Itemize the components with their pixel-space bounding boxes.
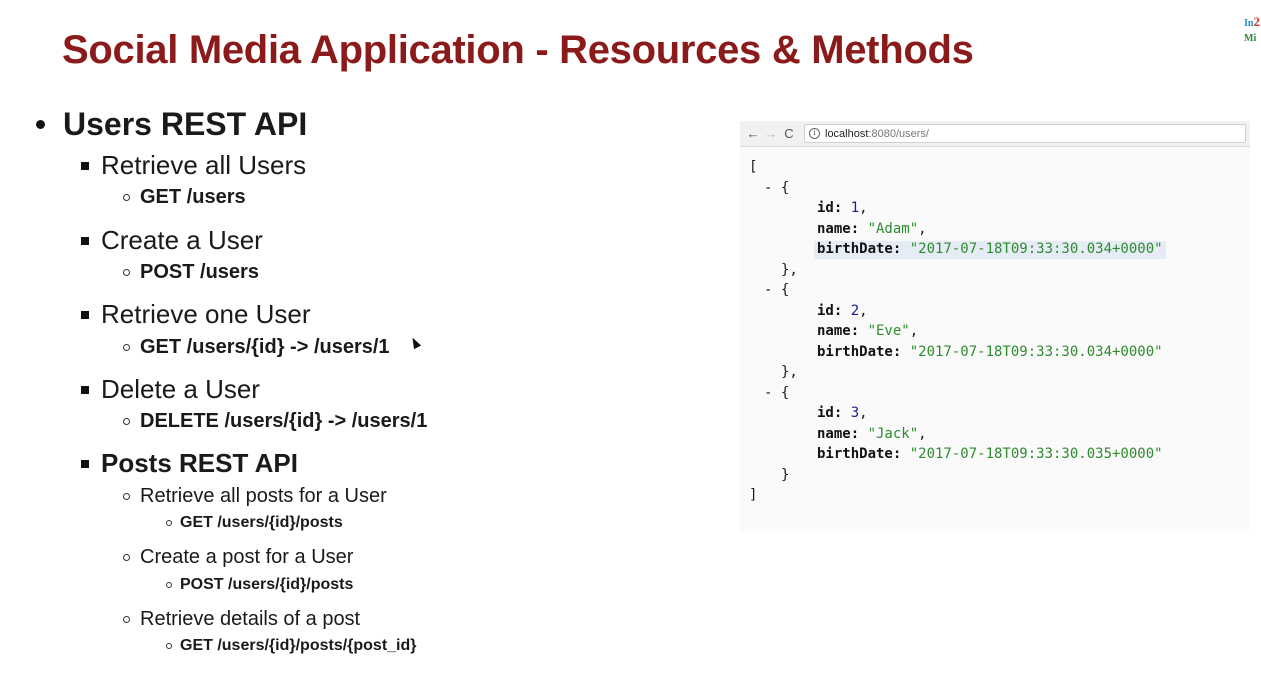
user-birthdate: "2017-07-18T09:33:30.034+0000" bbox=[909, 343, 1163, 360]
bullet-square bbox=[81, 161, 89, 170]
retrieve-all-method: GET /users bbox=[140, 186, 246, 208]
url-host: localhost bbox=[825, 127, 869, 140]
json-object-toggle[interactable]: - { bbox=[740, 383, 1250, 404]
users-api-heading: Users REST API bbox=[63, 106, 308, 142]
outline-item-posts-create-method: POST /users/{id}/posts bbox=[166, 576, 353, 594]
browser-screenshot: ← → C i localhost:8080/users/ [ - { id: … bbox=[740, 121, 1250, 531]
json-close-bracket: ] bbox=[749, 487, 758, 503]
posts-details-method: GET /users/{id}/posts/{post_id} bbox=[180, 637, 417, 654]
posts-retrieve-all-label: Retrieve all posts for a User bbox=[140, 485, 387, 507]
outline-item-retrieve-one: Retrieve one User bbox=[81, 299, 311, 330]
bullet-circle-small bbox=[166, 582, 172, 588]
bullet-square bbox=[81, 310, 89, 319]
logo-accent: 2 bbox=[1253, 14, 1260, 29]
posts-retrieve-all-method: GET /users/{id}/posts bbox=[180, 514, 343, 531]
user-birthdate: "2017-07-18T09:33:30.035+0000" bbox=[909, 446, 1163, 462]
user-id: 2 bbox=[850, 302, 860, 319]
address-bar[interactable]: i localhost:8080/users/ bbox=[804, 124, 1246, 143]
user-name: "Eve" bbox=[867, 323, 910, 339]
outline-item-posts-retrieve-all: Retrieve all posts for a User bbox=[123, 485, 387, 508]
posts-details-label: Retrieve details of a post bbox=[140, 608, 361, 630]
outline-item-posts-retrieve-all-method: GET /users/{id}/posts bbox=[166, 514, 343, 532]
outline-item-users-api: Users REST API bbox=[36, 106, 307, 143]
forward-arrow-icon[interactable]: → bbox=[762, 126, 780, 141]
outline-item-retrieve-all: Retrieve all Users bbox=[81, 150, 306, 181]
bullet-circle bbox=[123, 418, 130, 425]
retrieve-one-label: Retrieve one User bbox=[101, 299, 311, 329]
bullet-circle-small bbox=[166, 643, 172, 649]
browser-toolbar: ← → C i localhost:8080/users/ bbox=[740, 121, 1250, 147]
bullet-square bbox=[81, 459, 89, 468]
json-object-toggle[interactable]: - { bbox=[740, 280, 1250, 301]
bullet-circle bbox=[123, 194, 130, 201]
outline-item-delete-method: DELETE /users/{id} -> /users/1 bbox=[123, 410, 427, 433]
info-icon[interactable]: i bbox=[809, 128, 820, 139]
user-name: "Jack" bbox=[867, 425, 919, 442]
bullet-square bbox=[81, 236, 89, 245]
brand-logo: In2 Mi bbox=[1244, 14, 1261, 50]
slide-title: Social Media Application - Resources & M… bbox=[62, 28, 974, 72]
bullet-square bbox=[81, 385, 89, 394]
bullet-circle-small bbox=[166, 520, 172, 526]
json-viewer: [ - { id: 1, name: "Adam", birthDate: "2… bbox=[740, 157, 1250, 506]
retrieve-all-label: Retrieve all Users bbox=[101, 150, 307, 180]
outline-item-posts-create: Create a post for a User bbox=[123, 546, 353, 569]
outline-item-create-method: POST /users bbox=[123, 261, 259, 284]
logo-text-2: Mi bbox=[1244, 33, 1257, 44]
bullet-dot bbox=[36, 120, 45, 129]
outline-item-retrieve-one-method: GET /users/{id} -> /users/1 bbox=[123, 336, 390, 359]
posts-api-heading: Posts REST API bbox=[101, 448, 298, 478]
user-name: "Adam" bbox=[867, 220, 919, 237]
reload-icon[interactable]: C bbox=[780, 126, 798, 141]
bullet-circle bbox=[123, 344, 130, 351]
bullet-circle bbox=[123, 616, 130, 623]
outline-item-delete: Delete a User bbox=[81, 374, 260, 405]
delete-label: Delete a User bbox=[101, 374, 260, 404]
outline-item-retrieve-all-method: GET /users bbox=[123, 186, 246, 209]
user-birthdate: "2017-07-18T09:33:30.034+0000" bbox=[909, 241, 1163, 257]
bullet-circle bbox=[123, 554, 130, 561]
create-method: POST /users bbox=[140, 261, 259, 283]
json-open-bracket: [ bbox=[749, 159, 758, 175]
url-path: :8080/users/ bbox=[868, 127, 929, 140]
user-id: 3 bbox=[850, 405, 860, 421]
create-label: Create a User bbox=[101, 225, 263, 255]
back-arrow-icon[interactable]: ← bbox=[744, 126, 762, 141]
outline-item-posts-details: Retrieve details of a post bbox=[123, 608, 360, 631]
outline-item-posts-api: Posts REST API bbox=[81, 448, 298, 479]
retrieve-one-method: GET /users/{id} -> /users/1 bbox=[140, 336, 390, 358]
user-id: 1 bbox=[850, 200, 860, 216]
outline-item-create: Create a User bbox=[81, 225, 263, 256]
outline-item-posts-details-method: GET /users/{id}/posts/{post_id} bbox=[166, 637, 417, 655]
bullet-circle bbox=[123, 269, 130, 276]
bullet-circle bbox=[123, 493, 130, 500]
posts-create-method: POST /users/{id}/posts bbox=[180, 576, 354, 593]
json-object-toggle[interactable]: - { bbox=[740, 178, 1250, 199]
mouse-pointer-icon bbox=[408, 335, 422, 350]
delete-method: DELETE /users/{id} -> /users/1 bbox=[140, 410, 428, 432]
posts-create-label: Create a post for a User bbox=[140, 546, 354, 568]
